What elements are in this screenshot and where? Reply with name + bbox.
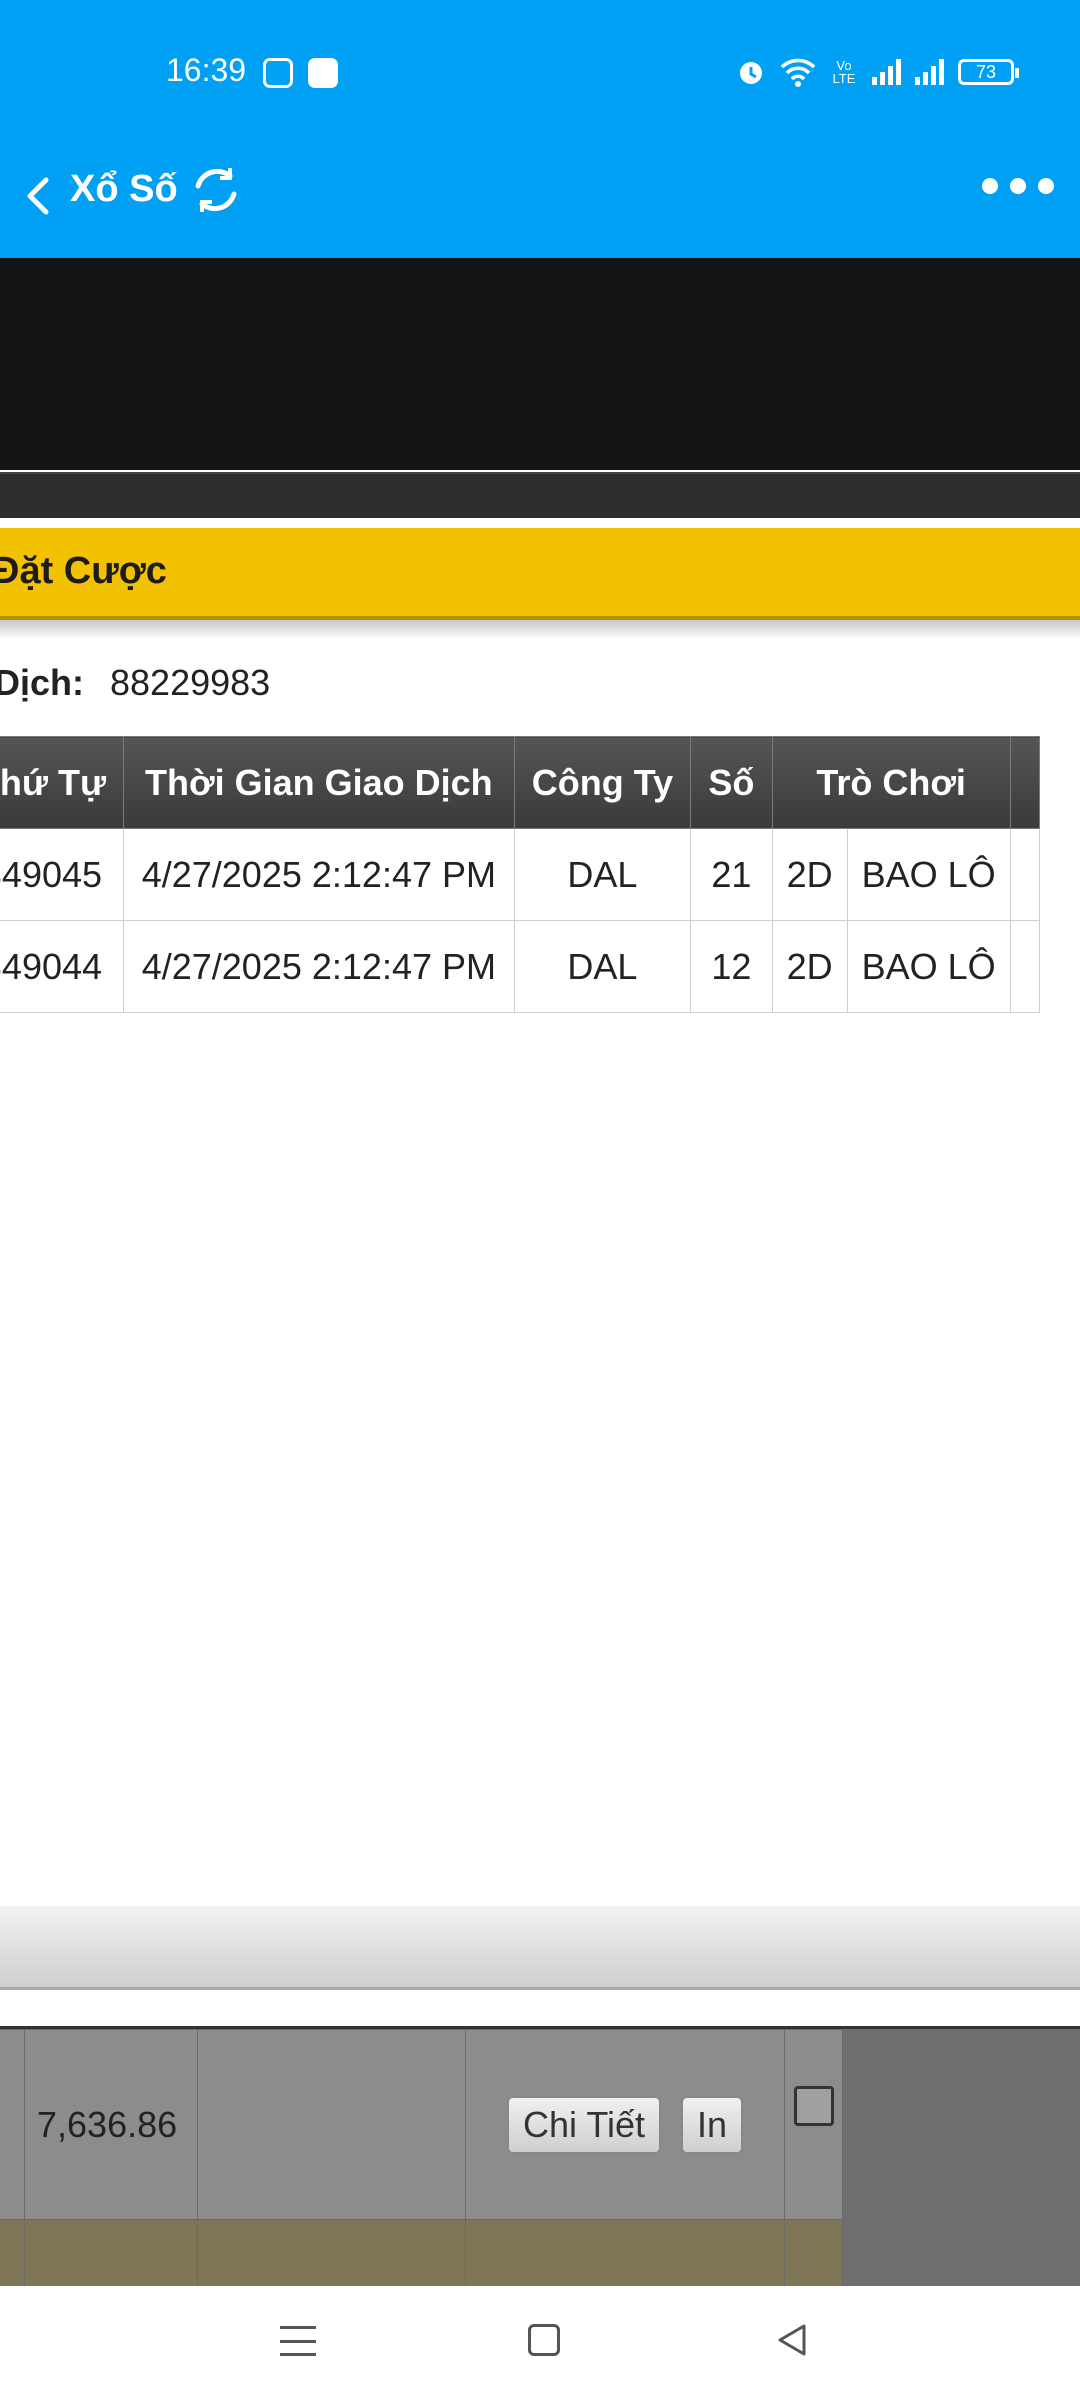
cell-game: BAO LÔ xyxy=(846,828,1011,921)
print-button[interactable]: In xyxy=(681,2095,744,2154)
notification-app-icon xyxy=(263,58,293,88)
summary-amount: 7,636.86 xyxy=(24,2029,198,2220)
cell-company: DAL xyxy=(513,920,692,1013)
dialog-footer-bar xyxy=(0,1906,1080,1990)
header-order: Thứ Tự xyxy=(0,736,124,829)
cell-type: 2D xyxy=(771,828,848,921)
header-extra xyxy=(1009,736,1041,829)
volte-icon: Vo LTE xyxy=(832,58,856,86)
summary-table: 7,636.86 Chi Tiết In xyxy=(0,2029,843,2290)
detail-button[interactable]: Chi Tiết xyxy=(506,2095,661,2154)
system-nav-bar xyxy=(0,2286,1080,2400)
banner-area xyxy=(0,258,1080,470)
banner-strip xyxy=(0,472,1080,518)
status-right-icons: Vo LTE 73 xyxy=(736,50,1019,94)
header-company: Công Ty xyxy=(513,736,692,829)
cell-extra xyxy=(1009,828,1041,921)
underlying-list: 7,636.86 Chi Tiết In xyxy=(0,2026,1080,2290)
cell-company: DAL xyxy=(513,828,692,921)
summary-row: 7,636.86 Chi Tiết In xyxy=(0,2029,843,2220)
more-horizontal-icon[interactable] xyxy=(982,178,1054,194)
transaction-value: 88229983 xyxy=(110,662,271,703)
battery-level: 73 xyxy=(975,61,997,82)
cell-time: 4/27/2025 2:12:47 PM xyxy=(122,920,515,1013)
chevron-left-icon[interactable] xyxy=(18,166,58,226)
footer-gap xyxy=(0,1992,1080,2026)
cell-order: 349045 xyxy=(0,828,124,921)
table-row[interactable]: 349044 4/27/2025 2:12:47 PM DAL 12 2D BA… xyxy=(0,920,1041,1013)
signal-icon xyxy=(872,59,901,85)
home-icon[interactable] xyxy=(528,2324,560,2356)
table-row[interactable]: 349045 4/27/2025 2:12:47 PM DAL 21 2D BA… xyxy=(0,828,1041,921)
select-checkbox[interactable] xyxy=(793,2086,834,2126)
wifi-icon xyxy=(780,58,816,87)
cell-number: 12 xyxy=(690,920,773,1013)
cell-game: BAO LÔ xyxy=(846,920,1011,1013)
transaction-label: Dịch: xyxy=(0,662,84,703)
notification-app-icon-2 xyxy=(308,58,338,88)
cell-extra xyxy=(1009,920,1041,1013)
refresh-icon[interactable] xyxy=(190,164,242,216)
back-icon[interactable] xyxy=(774,2322,810,2358)
cell-time: 4/27/2025 2:12:47 PM xyxy=(122,828,515,921)
status-time: 16:39 xyxy=(166,52,247,88)
app-bar: Xổ Số xyxy=(0,140,1080,258)
alarm-icon xyxy=(740,62,762,84)
summary-row-next xyxy=(0,2219,843,2290)
recents-icon[interactable] xyxy=(280,2326,316,2356)
signal-icon-2 xyxy=(915,59,944,85)
bets-table: Thứ Tự Thời Gian Giao Dịch Công Ty Số Tr… xyxy=(0,736,1041,1013)
header-time: Thời Gian Giao Dịch xyxy=(122,736,515,829)
section-title: Đặt Cược xyxy=(0,550,167,592)
section-header: Đặt Cược xyxy=(0,528,1080,620)
header-number: Số xyxy=(690,736,773,829)
status-bar: 16:39 Vo LTE 73 xyxy=(0,0,1080,140)
cell-number: 21 xyxy=(690,828,773,921)
table-header-row: Thứ Tự Thời Gian Giao Dịch Công Ty Số Tr… xyxy=(0,736,1041,829)
page-title: Xổ Số xyxy=(70,168,178,210)
top-bar: 16:39 Vo LTE 73 Xổ Số xyxy=(0,0,1080,258)
header-game: Trò Chơi xyxy=(771,736,1011,829)
header-shadow xyxy=(0,620,1080,640)
cell-type: 2D xyxy=(771,920,848,1013)
transaction-line: Dịch: 88229983 xyxy=(0,662,270,704)
cell-order: 349044 xyxy=(0,920,124,1013)
battery-icon: 73 xyxy=(958,59,1019,85)
